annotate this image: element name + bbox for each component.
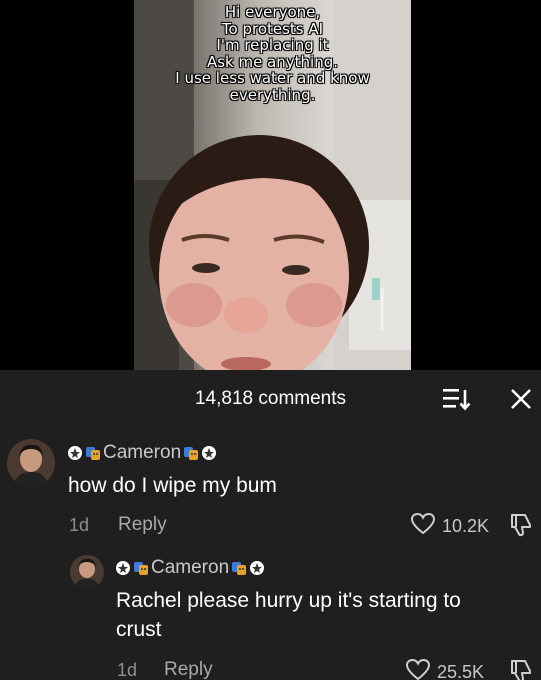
- badge-icon: [67, 445, 83, 461]
- avatar[interactable]: [7, 439, 55, 487]
- reply-button[interactable]: Reply: [118, 514, 167, 536]
- reply-button[interactable]: Reply: [164, 659, 213, 680]
- badge-icon: [115, 560, 131, 576]
- comment-author[interactable]: Cameron: [115, 557, 265, 579]
- username: Cameron: [151, 557, 230, 578]
- like-count: 25.5K: [437, 662, 485, 680]
- comment-text: Rachel please hurry up it's starting to …: [116, 586, 461, 644]
- comments-panel: 14,818 comments Cameron how do I wipe my…: [0, 370, 541, 680]
- comment-age: 1d: [117, 660, 138, 680]
- like-count: 10.2K: [442, 516, 490, 536]
- sort-icon[interactable]: [441, 386, 471, 412]
- username: Cameron: [103, 442, 182, 463]
- heart-icon: [405, 658, 431, 680]
- comments-header: 14,818 comments: [0, 370, 541, 426]
- video-caption: Hi everyone, To protests AI I'm replacin…: [134, 4, 411, 103]
- caption-line: To protests AI: [221, 19, 324, 38]
- dislike-icon[interactable]: [508, 512, 534, 543]
- caption-line: Ask me anything.: [206, 52, 339, 71]
- like-button[interactable]: 25.5K: [405, 658, 484, 680]
- theater-masks-icon: [183, 445, 199, 461]
- comment-text: how do I wipe my bum: [68, 474, 277, 497]
- close-icon[interactable]: [506, 384, 536, 414]
- heart-icon: [410, 512, 436, 541]
- theater-masks-icon: [133, 560, 149, 576]
- comment-text-line: crust: [116, 618, 162, 641]
- avatar[interactable]: [70, 555, 104, 589]
- video-player[interactable]: Hi everyone, To protests AI I'm replacin…: [0, 0, 541, 370]
- caption-line: I'm replacing it: [216, 36, 329, 54]
- comment-author[interactable]: Cameron: [67, 442, 217, 464]
- dislike-icon[interactable]: [508, 658, 534, 680]
- theater-masks-icon: [231, 560, 247, 576]
- comment-text-line: Rachel please hurry up it's starting to: [116, 589, 461, 612]
- badge-icon: [201, 445, 217, 461]
- caption-line: I use less water and know: [175, 69, 370, 87]
- caption-line: everything.: [229, 85, 316, 104]
- video-frame: Hi everyone, To protests AI I'm replacin…: [134, 0, 411, 370]
- comment-age: 1d: [69, 515, 90, 535]
- badge-icon: [249, 560, 265, 576]
- theater-masks-icon: [85, 445, 101, 461]
- like-button[interactable]: 10.2K: [410, 512, 489, 541]
- caption-line: Hi everyone,: [224, 3, 321, 21]
